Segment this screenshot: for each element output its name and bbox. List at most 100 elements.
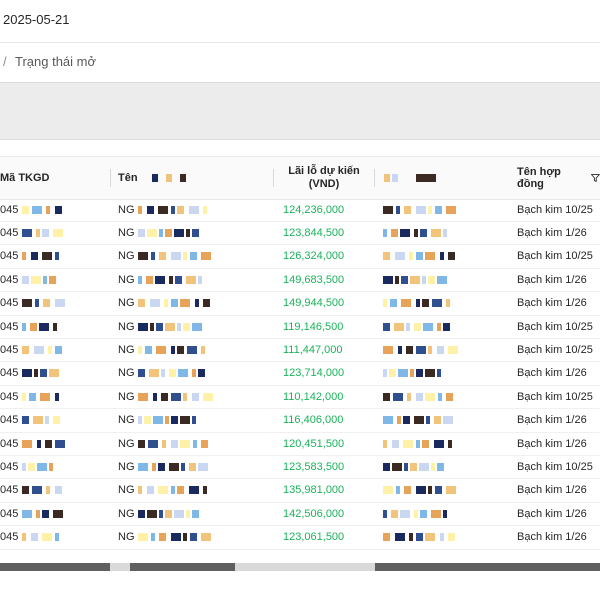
account-name: NG — [118, 320, 135, 333]
expected-pnl-cell: 119,146,500 — [283, 320, 344, 333]
pixelated-text — [437, 462, 444, 471]
expected-pnl-cell: 124,236,000 — [283, 203, 345, 216]
table-row[interactable]: 045 NG 124,236,000 Bạch kim 10/25 — [0, 198, 600, 222]
expected-pnl-cell: 111,447,000 — [283, 343, 343, 356]
account-name: NG — [118, 250, 135, 263]
account-name: NG — [118, 273, 135, 286]
account-name: NG — [118, 507, 135, 520]
redacted-cell — [383, 502, 447, 525]
account-code-cell: 045 — [0, 315, 58, 338]
pixelated-text — [416, 205, 426, 214]
redacted-cell — [383, 245, 455, 268]
pixelated-text — [431, 509, 441, 518]
account-name-cell: NG — [118, 455, 208, 478]
account-name-cell: NG — [118, 315, 202, 338]
contract-name-cell: Bạch kim 10/25 — [517, 390, 593, 403]
pixelated-text — [189, 252, 197, 261]
table-row[interactable]: 045 NG 119,146,500 Bạch kim 10/25 — [0, 315, 600, 339]
pixelated-text — [383, 322, 390, 331]
account-code-cell: 045 — [0, 362, 60, 385]
pixelated-text — [42, 533, 53, 542]
filter-icon[interactable] — [591, 173, 600, 183]
pixelated-text — [22, 416, 30, 425]
pixelated-text — [392, 439, 399, 448]
account-name: NG — [118, 343, 135, 356]
column-header-redacted[interactable] — [382, 157, 502, 199]
redacted-cell — [383, 315, 450, 338]
pixelated-text — [416, 439, 420, 448]
table-row[interactable]: 045 NG 110,142,000 Bạch kim 10/25 — [0, 385, 600, 410]
pixelated-text — [42, 228, 50, 237]
pixelated-text — [188, 462, 196, 471]
column-header-code[interactable]: Mã TKGD — [0, 157, 108, 199]
selected-date[interactable]: 2025-05-21 — [3, 12, 70, 27]
account-code: 045 — [0, 226, 19, 239]
table-row[interactable]: 045 NG 116,406,000 Bạch kim 1/26 — [0, 409, 600, 433]
pixelated-text — [425, 252, 435, 261]
pixelated-text — [383, 486, 393, 495]
pixelated-text — [180, 462, 185, 471]
date-bar: 2025-05-21 — [0, 0, 600, 43]
pixelated-text — [160, 369, 165, 378]
pixelated-text — [185, 275, 196, 284]
contract-name-cell: Bạch kim 10/25 — [517, 250, 593, 263]
breadcrumb-current[interactable]: Trạng thái mở — [15, 54, 96, 69]
pixelated-text — [416, 533, 423, 542]
pixelated-text — [383, 345, 393, 354]
pixelated-text — [422, 275, 426, 284]
table-row[interactable]: 045 NG 111,447,000 Bạch kim 10/25 — [0, 338, 600, 363]
expected-pnl-cell: 135,981,000 — [283, 484, 345, 497]
account-code-cell: 045 — [0, 432, 66, 455]
pixelated-text — [137, 509, 145, 518]
pixelated-text — [191, 322, 202, 331]
pixelated-text — [40, 369, 48, 378]
pixelated-text — [194, 299, 199, 308]
table-row[interactable]: 045 NG 149,683,500 Bạch kim 1/26 — [0, 268, 600, 293]
table-row[interactable]: 045 NG 149,944,500 Bạch kim 1/26 — [0, 292, 600, 316]
pixelated-text — [179, 299, 190, 308]
table-row[interactable]: 045 NG 120,451,500 Bạch kim 1/26 — [0, 432, 600, 456]
scrollbar-gap — [110, 563, 130, 571]
pixelated-text — [40, 392, 51, 401]
pixelated-text — [394, 322, 404, 331]
table-row[interactable]: 045 NG 142,506,000 Bạch kim 1/26 — [0, 502, 600, 527]
column-header-name-label: Tên — [118, 172, 138, 184]
pixelated-text — [398, 345, 402, 354]
table-row[interactable]: 045 NG 123,714,000 Bạch kim 1/26 — [0, 362, 600, 386]
pixelated-text — [420, 228, 427, 237]
pixelated-text — [137, 462, 148, 471]
account-code-cell: 045 — [0, 385, 60, 408]
pixelated-text — [446, 299, 450, 308]
expected-pnl-cell: 123,583,500 — [283, 460, 345, 473]
pixelated-text — [37, 439, 42, 448]
account-code-cell: 045 — [0, 526, 60, 549]
pixelated-text — [177, 369, 188, 378]
pixelated-text — [158, 533, 166, 542]
account-code-cell: 045 — [0, 338, 63, 361]
column-header-pnl[interactable]: Lãi lỗ dự kiến (VND) — [276, 157, 372, 199]
pixelated-text — [200, 252, 211, 261]
pixelated-text — [49, 275, 57, 284]
pixelated-text — [197, 275, 202, 284]
pixelated-text — [137, 392, 148, 401]
pixelated-text — [157, 486, 168, 495]
column-header-contract[interactable]: Tên hợp đồng — [517, 157, 600, 199]
pixelated-text — [146, 205, 154, 214]
table-row[interactable]: 045 NG 126,324,000 Bạch kim 10/25 — [0, 245, 600, 269]
table-row[interactable]: 045 NG 123,844,500 Bạch kim 1/26 — [0, 221, 600, 246]
pixelated-text — [422, 299, 429, 308]
column-header-name[interactable]: Tên — [118, 157, 268, 199]
contract-name-cell: Bạch kim 1/26 — [517, 414, 587, 427]
pixelated-text — [137, 533, 148, 542]
table-row[interactable]: 045 NG 123,061,500 Bạch kim 1/26 — [0, 526, 600, 550]
pixelated-text — [401, 275, 408, 284]
pixelated-text — [428, 345, 432, 354]
table-row[interactable]: 045 NG 135,981,000 Bạch kim 1/26 — [0, 479, 600, 503]
pixelated-text — [155, 322, 163, 331]
pixelated-text — [392, 174, 398, 182]
account-code: 045 — [0, 390, 19, 403]
table-row[interactable]: 045 NG 123,583,500 Bạch kim 10/25 — [0, 455, 600, 480]
pixelated-text — [191, 228, 199, 237]
pixelated-text — [137, 486, 142, 495]
pixelated-text — [404, 205, 411, 214]
